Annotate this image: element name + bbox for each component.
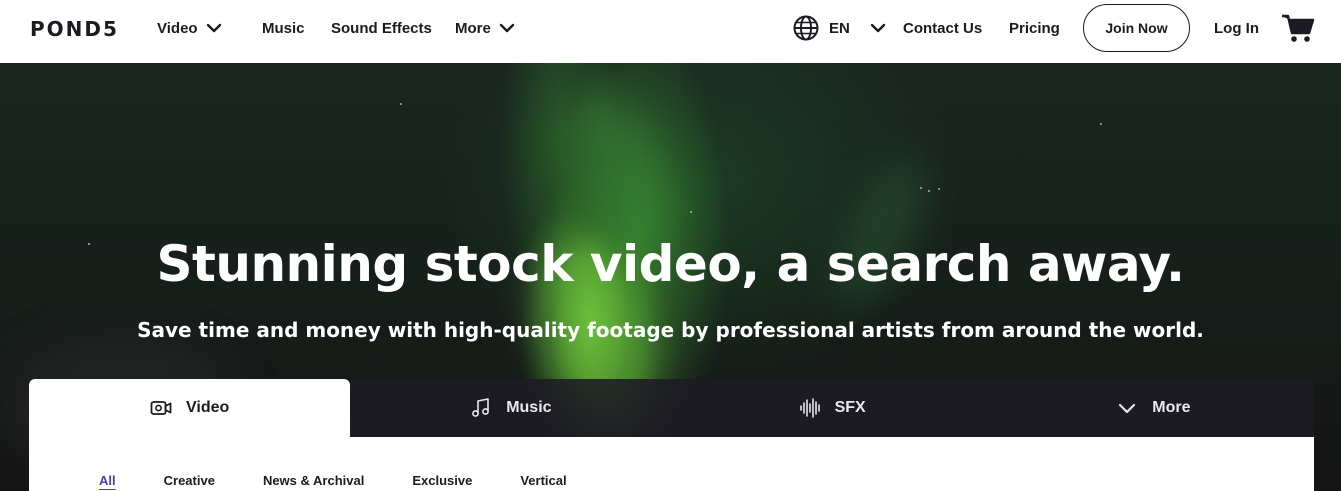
- star: [400, 103, 402, 105]
- hero-subtitle: Save time and money with high-quality fo…: [137, 318, 1204, 342]
- star: [1100, 123, 1102, 125]
- contact-us-label: Contact Us: [903, 19, 983, 37]
- log-in-label: Log In: [1214, 19, 1259, 37]
- subtab-creative[interactable]: Creative: [164, 473, 215, 488]
- nav-music[interactable]: Music: [262, 18, 305, 38]
- subtab-news-archival[interactable]: News & Archival: [263, 473, 364, 488]
- tab-music[interactable]: Music: [350, 379, 672, 437]
- nav-more[interactable]: More: [455, 18, 515, 38]
- cart-icon[interactable]: [1281, 13, 1315, 43]
- site-header: POND5 Video Music Sound Effects More EN …: [0, 0, 1341, 63]
- waveform-icon: [799, 398, 820, 418]
- hero-title: Stunning stock video, a search away.: [156, 235, 1185, 293]
- chevron-down-icon: [1119, 403, 1136, 414]
- nav-video-label: Video: [157, 19, 198, 37]
- subtab-exclusive[interactable]: Exclusive: [412, 473, 472, 488]
- log-in-link[interactable]: Log In: [1214, 18, 1259, 38]
- language-selector[interactable]: EN: [793, 15, 886, 41]
- category-subtabs: All Creative News & Archival Exclusive V…: [99, 473, 615, 488]
- tab-video-label: Video: [185, 399, 230, 416]
- join-now-button[interactable]: Join Now: [1083, 4, 1190, 52]
- tab-music-label: Music: [506, 399, 552, 416]
- search-panel: All Creative News & Archival Exclusive V…: [29, 437, 1314, 491]
- contact-us-link[interactable]: Contact Us: [903, 18, 982, 38]
- star: [938, 188, 940, 190]
- pond5-logo[interactable]: POND5: [30, 17, 119, 41]
- tab-more-label: More: [1152, 399, 1191, 416]
- music-note-icon: [472, 398, 490, 417]
- chevron-down-icon: [206, 23, 221, 33]
- globe-icon: [793, 15, 819, 41]
- tab-sfx-label: SFX: [834, 399, 866, 416]
- subtab-all[interactable]: All: [99, 473, 116, 488]
- chevron-down-icon: [870, 23, 886, 33]
- star: [690, 211, 692, 213]
- star: [928, 190, 930, 192]
- pricing-label: Pricing: [1009, 19, 1060, 37]
- nav-sound-effects[interactable]: Sound Effects: [331, 18, 432, 38]
- star: [920, 187, 922, 189]
- search-type-tabs: Video Music SFX More: [29, 379, 1314, 437]
- video-camera-icon: [150, 401, 172, 415]
- nav-music-label: Music: [262, 19, 305, 37]
- subtab-vertical[interactable]: Vertical: [520, 473, 566, 488]
- pricing-link[interactable]: Pricing: [1009, 18, 1060, 38]
- nav-video[interactable]: Video: [157, 18, 222, 38]
- language-label: EN: [829, 19, 850, 37]
- tab-sfx[interactable]: SFX: [671, 379, 993, 437]
- tab-more[interactable]: More: [992, 379, 1314, 437]
- chevron-down-icon: [499, 23, 515, 33]
- tab-video[interactable]: Video: [29, 379, 351, 437]
- nav-sound-effects-label: Sound Effects: [331, 19, 432, 37]
- nav-more-label: More: [455, 19, 491, 37]
